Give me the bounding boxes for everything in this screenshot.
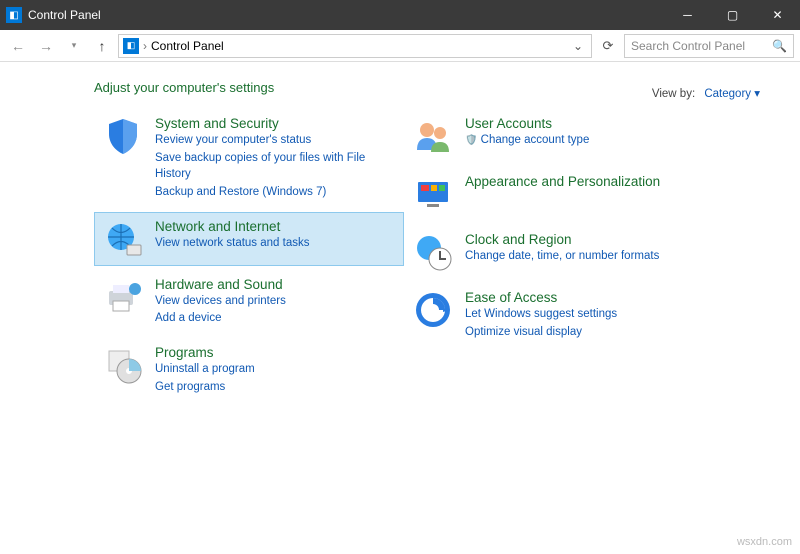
sublink[interactable]: View network status and tasks bbox=[155, 235, 309, 252]
watermark: wsxdn.com bbox=[737, 536, 792, 548]
category-network-internet[interactable]: Network and Internet View network status… bbox=[94, 212, 404, 266]
back-button[interactable]: ← bbox=[6, 34, 30, 58]
category-user-accounts[interactable]: User Accounts 🛡️ Change account type bbox=[404, 109, 714, 163]
window-title: Control Panel bbox=[28, 8, 665, 22]
disc-icon bbox=[103, 345, 143, 385]
refresh-button[interactable]: ⟳ bbox=[596, 34, 620, 58]
sublink[interactable]: Let Windows suggest settings bbox=[465, 306, 617, 323]
category-clock-region[interactable]: Clock and Region Change date, time, or n… bbox=[404, 225, 714, 279]
sublink[interactable]: Uninstall a program bbox=[155, 361, 255, 378]
category-title[interactable]: User Accounts bbox=[465, 116, 589, 131]
path-icon: ◧ bbox=[123, 38, 139, 54]
minimize-button[interactable]: ─ bbox=[665, 0, 710, 30]
users-icon bbox=[413, 116, 453, 156]
category-title[interactable]: Programs bbox=[155, 345, 255, 360]
view-by-dropdown[interactable]: Category ▾ bbox=[704, 88, 760, 100]
address-path[interactable]: ◧ › Control Panel ⌄ bbox=[118, 34, 592, 58]
category-title[interactable]: Network and Internet bbox=[155, 219, 309, 234]
search-placeholder: Search Control Panel bbox=[631, 39, 745, 53]
titlebar: ◧ Control Panel ─ ▢ ✕ bbox=[0, 0, 800, 30]
sublink[interactable]: View devices and printers bbox=[155, 293, 286, 310]
category-title[interactable]: Hardware and Sound bbox=[155, 277, 286, 292]
up-button[interactable]: ↑ bbox=[90, 34, 114, 58]
category-ease-of-access[interactable]: Ease of Access Let Windows suggest setti… bbox=[404, 283, 714, 347]
sublink[interactable]: 🛡️ Change account type bbox=[465, 132, 589, 149]
sublink[interactable]: Optimize visual display bbox=[465, 324, 617, 341]
uac-shield-icon: 🛡️ bbox=[465, 135, 477, 146]
view-by-label: View by: bbox=[652, 88, 695, 100]
ease-of-access-icon bbox=[413, 290, 453, 330]
globe-icon bbox=[103, 219, 143, 259]
address-bar: ← → ▾ ↑ ◧ › Control Panel ⌄ ⟳ Search Con… bbox=[0, 30, 800, 62]
sublink[interactable]: Backup and Restore (Windows 7) bbox=[155, 184, 395, 201]
sublink[interactable]: Review your computer's status bbox=[155, 132, 395, 149]
view-by: View by: Category ▾ bbox=[652, 86, 760, 100]
printer-icon bbox=[103, 277, 143, 317]
control-panel-icon: ◧ bbox=[6, 7, 22, 23]
content-area: Adjust your computer's settings View by:… bbox=[0, 62, 800, 406]
category-column-left: System and Security Review your computer… bbox=[94, 109, 404, 406]
clock-globe-icon bbox=[413, 232, 453, 272]
path-sep-icon: › bbox=[143, 39, 147, 53]
category-system-security[interactable]: System and Security Review your computer… bbox=[94, 109, 404, 208]
forward-button[interactable]: → bbox=[34, 34, 58, 58]
category-programs[interactable]: Programs Uninstall a program Get program… bbox=[94, 338, 404, 402]
category-appearance-personalization[interactable]: Appearance and Personalization bbox=[404, 167, 714, 221]
sublink[interactable]: Change date, time, or number formats bbox=[465, 248, 659, 265]
sublink[interactable]: Add a device bbox=[155, 310, 286, 327]
category-hardware-sound[interactable]: Hardware and Sound View devices and prin… bbox=[94, 270, 404, 334]
category-title[interactable]: System and Security bbox=[155, 116, 395, 131]
monitor-icon bbox=[413, 174, 453, 214]
maximize-button[interactable]: ▢ bbox=[710, 0, 755, 30]
category-title[interactable]: Clock and Region bbox=[465, 232, 659, 247]
category-column-right: User Accounts 🛡️ Change account type App… bbox=[404, 109, 714, 406]
search-icon: 🔍 bbox=[772, 39, 787, 53]
sublink[interactable]: Get programs bbox=[155, 379, 255, 396]
category-title[interactable]: Ease of Access bbox=[465, 290, 617, 305]
close-button[interactable]: ✕ bbox=[755, 0, 800, 30]
search-input[interactable]: Search Control Panel 🔍 bbox=[624, 34, 794, 58]
category-title[interactable]: Appearance and Personalization bbox=[465, 174, 660, 189]
path-text: Control Panel bbox=[151, 39, 224, 53]
recent-dropdown[interactable]: ▾ bbox=[62, 34, 86, 58]
path-dropdown-icon[interactable]: ⌄ bbox=[569, 35, 587, 57]
sublink[interactable]: Save backup copies of your files with Fi… bbox=[155, 150, 395, 183]
shield-icon bbox=[103, 116, 143, 156]
